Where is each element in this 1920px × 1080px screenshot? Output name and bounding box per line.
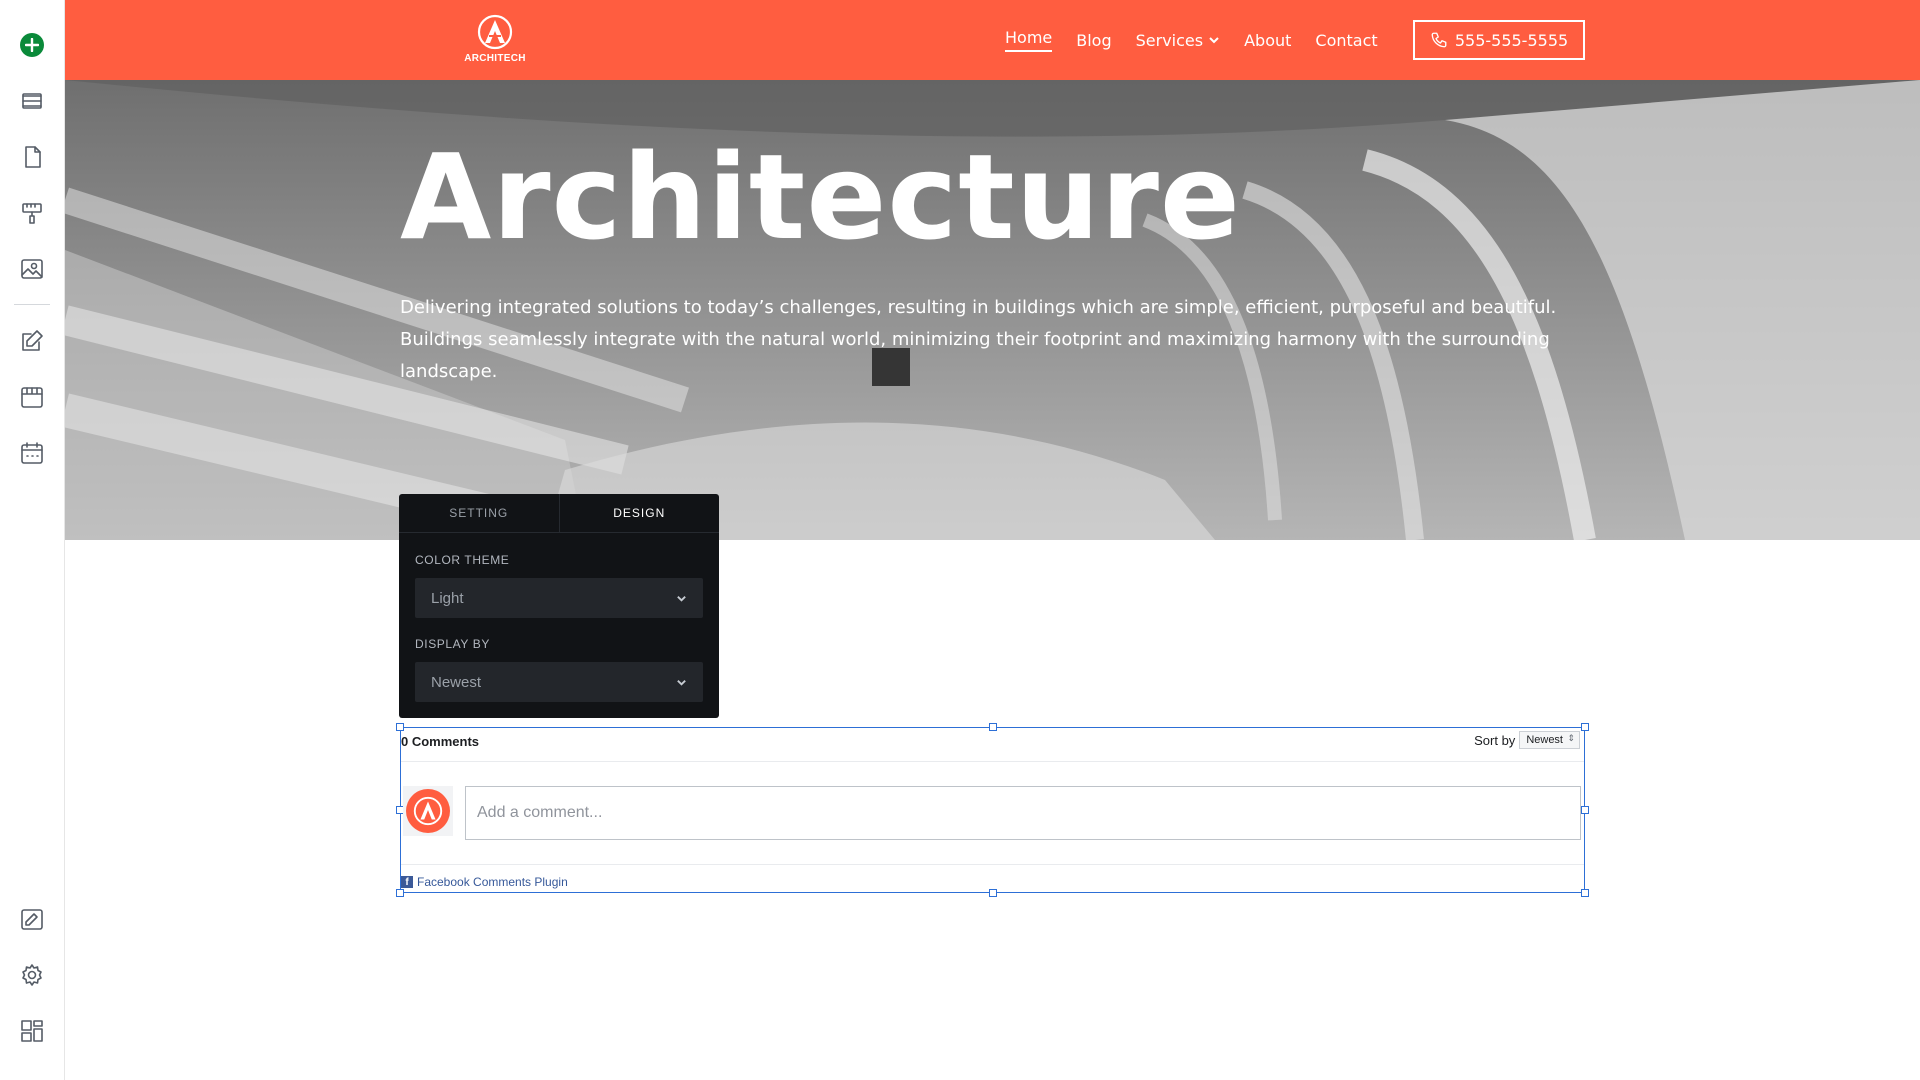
logo-text: ARCHITECH (464, 53, 526, 64)
display-by-value: Newest (431, 673, 482, 691)
layers-icon[interactable] (18, 87, 46, 115)
image-icon[interactable] (18, 255, 46, 283)
comment-count: 0 Comments (401, 734, 480, 749)
nav-about[interactable]: About (1244, 28, 1291, 52)
resize-handle-top-right[interactable] (1581, 723, 1589, 731)
nav-contact[interactable]: Contact (1315, 28, 1377, 52)
tab-setting[interactable]: SETTING (399, 494, 559, 532)
color-theme-value: Light (431, 589, 464, 607)
page-icon[interactable] (18, 143, 46, 171)
resize-handle-top[interactable] (989, 723, 997, 731)
avatar (403, 786, 453, 836)
facebook-icon: f (401, 876, 413, 888)
resize-handle-bottom-right[interactable] (1581, 889, 1589, 897)
nav-home[interactable]: Home (1005, 28, 1053, 52)
facebook-comments-widget[interactable]: 0 Comments Sort by Newest Add a comment.… (396, 723, 1589, 897)
display-by-select[interactable]: Newest (415, 662, 703, 702)
hero-section: Architecture Delivering integrated solut… (65, 80, 1920, 540)
phone-button[interactable]: 555-555-5555 (1413, 20, 1585, 60)
display-by-label: DISPLAY BY (415, 637, 490, 651)
panel-tabs: SETTING DESIGN (399, 494, 719, 533)
plugin-label: Facebook Comments Plugin (417, 875, 568, 889)
color-theme-select[interactable]: Light (415, 578, 703, 618)
phone-number: 555-555-5555 (1454, 30, 1569, 50)
phone-icon (1431, 32, 1447, 48)
hero-description: Delivering integrated solutions to today… (400, 297, 1557, 382)
site-header: ARCHITECH Home Blog Services About Conta… (65, 0, 1920, 80)
hero-title: Architecture (400, 128, 1241, 266)
comments-divider (401, 864, 1584, 865)
add-icon[interactable] (20, 33, 44, 57)
resize-handle-right[interactable] (1581, 806, 1589, 814)
comments-divider (401, 761, 1584, 762)
sort-select[interactable]: Newest (1519, 731, 1580, 749)
design-edit-icon[interactable] (18, 905, 46, 933)
resize-handle-top-left[interactable] (396, 723, 404, 731)
sidebar-divider (14, 304, 50, 305)
chevron-down-icon (1209, 37, 1219, 44)
color-theme-label: COLOR THEME (415, 553, 510, 567)
nav-services[interactable]: Services (1136, 28, 1220, 52)
sort-label: Sort by (1474, 732, 1516, 748)
avatar-logo (406, 789, 450, 833)
comment-input[interactable]: Add a comment... (465, 786, 1581, 840)
resize-handle-bottom[interactable] (989, 889, 997, 897)
chevron-down-icon (677, 596, 686, 602)
dashboard-icon[interactable] (18, 1017, 46, 1045)
sort-control: Sort by Newest (1474, 731, 1580, 749)
logo-mark-icon (477, 14, 513, 50)
site-logo[interactable]: ARCHITECH (464, 14, 526, 68)
widget-settings-panel: SETTING DESIGN COLOR THEME Light DISPLAY… (399, 494, 719, 718)
main-nav: Home Blog Services About Contact (1005, 28, 1402, 52)
calendar-icon[interactable] (18, 439, 46, 467)
logo-mark-icon (413, 796, 443, 826)
gear-icon[interactable] (18, 961, 46, 989)
resize-handle-bottom-left[interactable] (396, 889, 404, 897)
chevron-down-icon (677, 680, 686, 686)
store-icon[interactable] (18, 383, 46, 411)
editor-sidebar (0, 0, 65, 1080)
nav-blog[interactable]: Blog (1076, 28, 1111, 52)
paint-roller-icon[interactable] (18, 199, 46, 227)
tab-design[interactable]: DESIGN (558, 494, 720, 532)
blog-edit-icon[interactable] (18, 327, 46, 355)
nav-services-label: Services (1135, 30, 1204, 50)
facebook-plugin-link[interactable]: f Facebook Comments Plugin (401, 875, 568, 889)
